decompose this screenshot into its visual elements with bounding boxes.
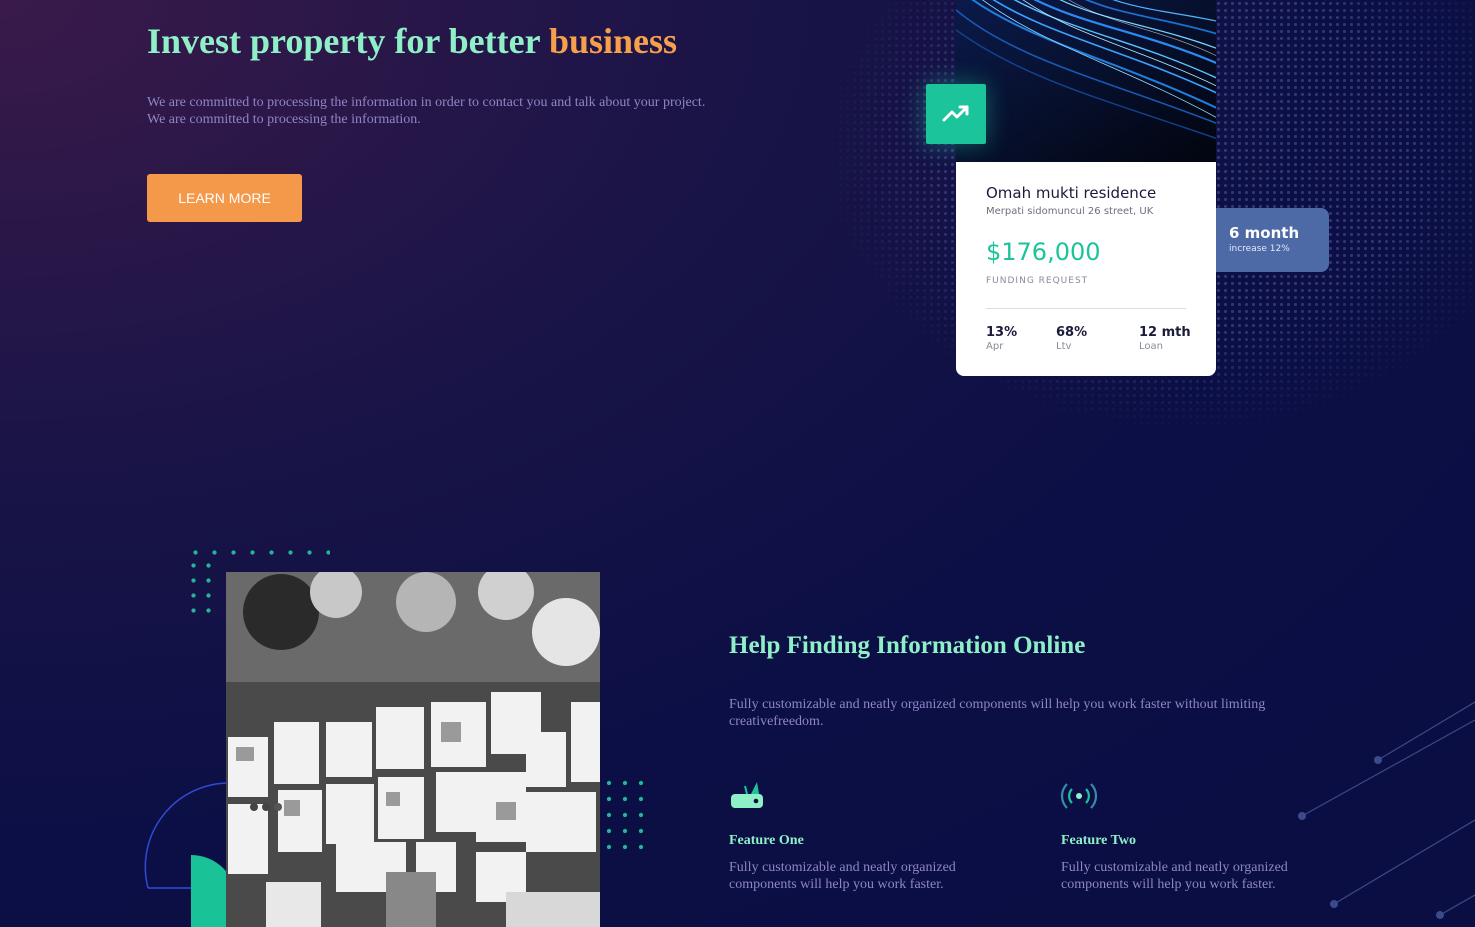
dot-pattern: [186, 558, 216, 616]
hero-description: We are committed to processing the infor…: [147, 95, 706, 127]
broadcast-icon: [1060, 778, 1098, 814]
section-title: Help Finding Information Online: [729, 632, 1086, 659]
team-meeting-photo: [226, 572, 600, 927]
feature-one-description: Fully customizable and neatly organized …: [729, 860, 956, 892]
badge-subtitle: increase 12%: [1229, 244, 1290, 254]
badge-title: 6 month: [1229, 224, 1300, 242]
decorative-arc: [144, 782, 237, 927]
stat-ltv: 68% Ltv: [1056, 325, 1087, 352]
property-card[interactable]: Omah mukti residence Merpati sidomuncul …: [956, 162, 1216, 376]
stat-apr: 13% Apr: [986, 325, 1017, 352]
stat-label: Loan: [1139, 341, 1163, 352]
hero-title-accent: business: [548, 21, 678, 61]
router-icon: [729, 778, 765, 814]
stat-value: 68%: [1056, 325, 1088, 340]
dot-pattern: [601, 775, 649, 853]
stat-value: 13%: [986, 325, 1018, 340]
feature-two-title: Feature Two: [1061, 833, 1137, 848]
feature-two-description: Fully customizable and neatly organized …: [1061, 860, 1288, 892]
feature-one-title: Feature One: [729, 833, 804, 848]
property-name: Omah mukti residence: [986, 184, 1157, 202]
stat-label: Ltv: [1056, 341, 1072, 352]
section-description: Fully customizable and neatly organized …: [729, 697, 1266, 729]
price-label: FUNDING REQUEST: [986, 276, 1089, 286]
card-divider: [986, 308, 1186, 309]
trending-up-icon: [926, 84, 986, 144]
property-address: Merpati sidomuncul 26 street, UK: [986, 206, 1154, 217]
stat-loan: 12 mth Loan: [1139, 325, 1191, 352]
dot-pattern: [186, 543, 330, 558]
stat-label: Apr: [986, 341, 1004, 352]
learn-more-button[interactable]: LEARN MORE: [147, 174, 302, 222]
month-increase-badge: 6 month increase 12%: [1216, 208, 1329, 272]
property-image: [956, 0, 1216, 162]
hero-title: Invest property for better business: [147, 21, 678, 61]
property-price: $176,000: [986, 238, 1101, 266]
stat-value: 12 mth: [1139, 325, 1191, 340]
